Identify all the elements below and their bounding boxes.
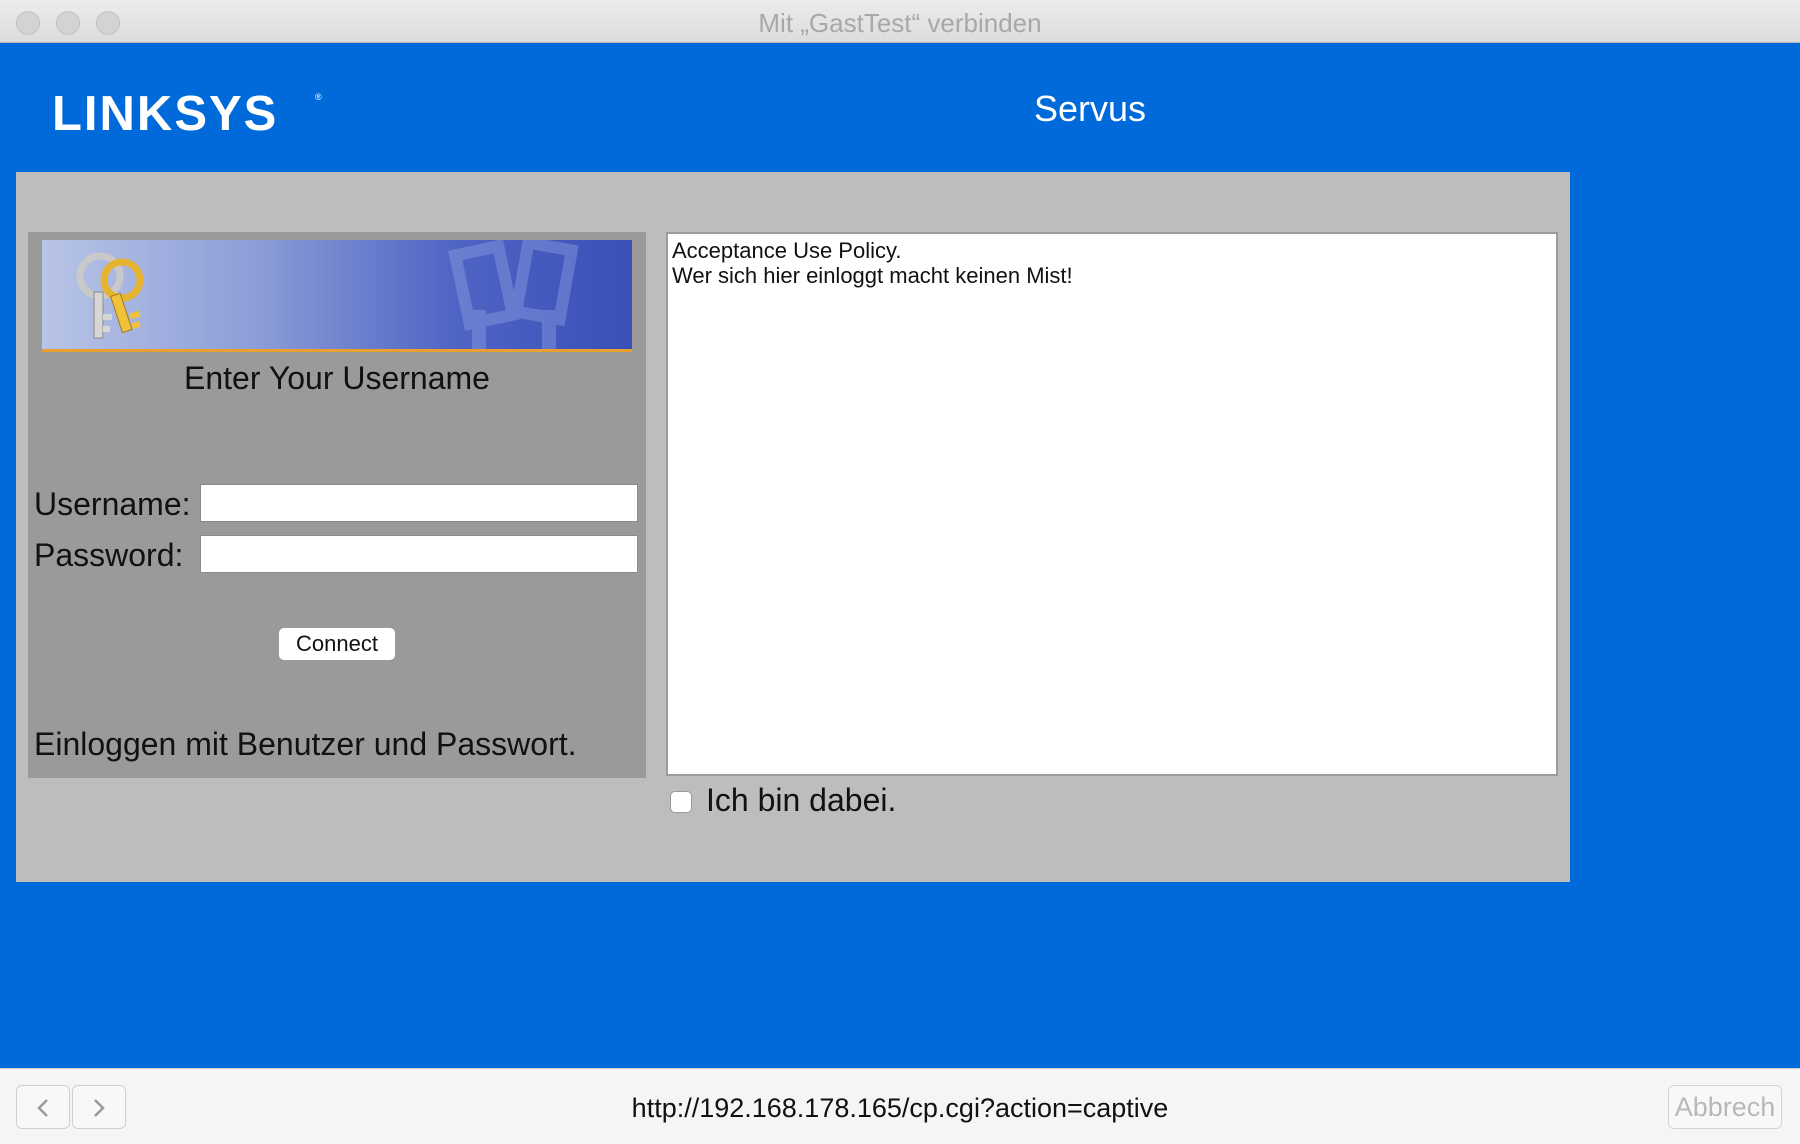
password-input[interactable] (200, 535, 638, 573)
password-label: Password: (34, 537, 184, 573)
linksys-logo-text: LINKSYS (52, 88, 278, 138)
window-title: Mit „GastTest“ verbinden (758, 8, 1042, 38)
page-url: http://192.168.178.165/cp.cgi?action=cap… (631, 1093, 1169, 1123)
keys-icon (76, 252, 144, 339)
acceptable-use-policy-text[interactable]: Acceptance Use Policy. Wer sich hier ein… (666, 232, 1558, 776)
username-input[interactable] (200, 484, 638, 522)
agree-label[interactable]: Ich bin dabei. (706, 782, 896, 819)
main-panel: Enter Your Username Username: Password: … (16, 172, 1570, 882)
connect-button[interactable]: Connect (278, 627, 396, 661)
agree-checkbox[interactable] (670, 791, 692, 813)
policy-line: Acceptance Use Policy. (672, 238, 902, 263)
window-titlebar: Mit „GastTest“ verbinden (0, 0, 1800, 43)
username-label: Username: (34, 486, 191, 522)
keys-watermark-icon (448, 240, 579, 349)
page-title: Servus (1033, 88, 1147, 129)
login-instructions: Einloggen mit Benutzer und Passwort. (34, 726, 577, 762)
linksys-logo: LINKSYS ® (52, 88, 322, 138)
svg-text:®: ® (315, 92, 322, 102)
login-banner (42, 240, 632, 352)
login-form: Enter Your Username Username: Password: … (28, 232, 646, 778)
cancel-button[interactable]: Abbrech (1668, 1085, 1782, 1129)
login-heading: Enter Your Username (184, 360, 490, 396)
bottom-toolbar: http://192.168.178.165/cp.cgi?action=cap… (0, 1068, 1800, 1144)
policy-line: Wer sich hier einloggt macht keinen Mist… (672, 263, 1073, 288)
